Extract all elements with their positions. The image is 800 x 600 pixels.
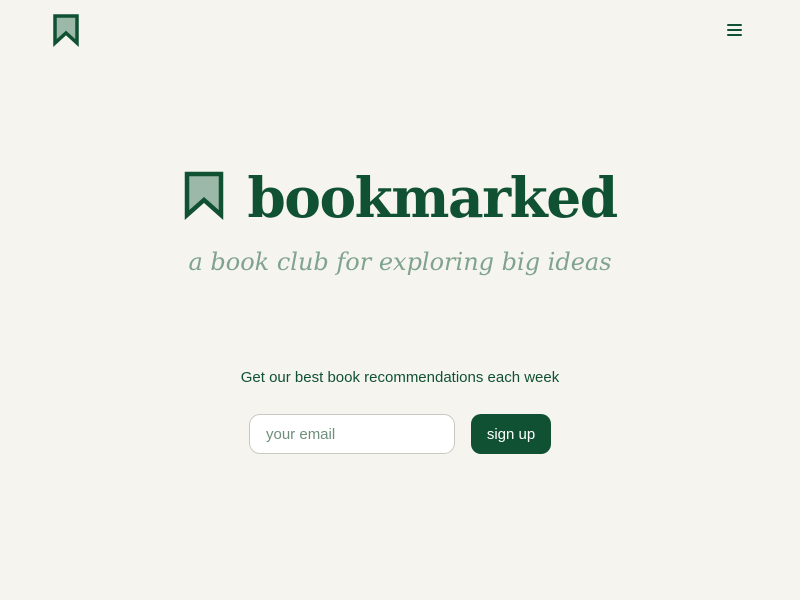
site-title: bookmarked (247, 165, 618, 230)
menu-line (726, 34, 742, 36)
bookmark-icon[interactable] (52, 13, 80, 47)
hero-brand: bookmarked (0, 166, 800, 230)
bookmark-icon (185, 171, 224, 220)
newsletter-text: Get our best book recommendations each w… (240, 369, 560, 386)
hamburger-menu-icon[interactable] (722, 18, 746, 42)
menu-line (726, 29, 742, 31)
sign-up-button[interactable]: sign up (471, 414, 551, 454)
menu-line (726, 24, 742, 26)
email-input[interactable] (249, 414, 455, 454)
hero-title-row: bookmarked (183, 165, 618, 230)
tagline: a book club for exploring big ideas (188, 248, 612, 276)
